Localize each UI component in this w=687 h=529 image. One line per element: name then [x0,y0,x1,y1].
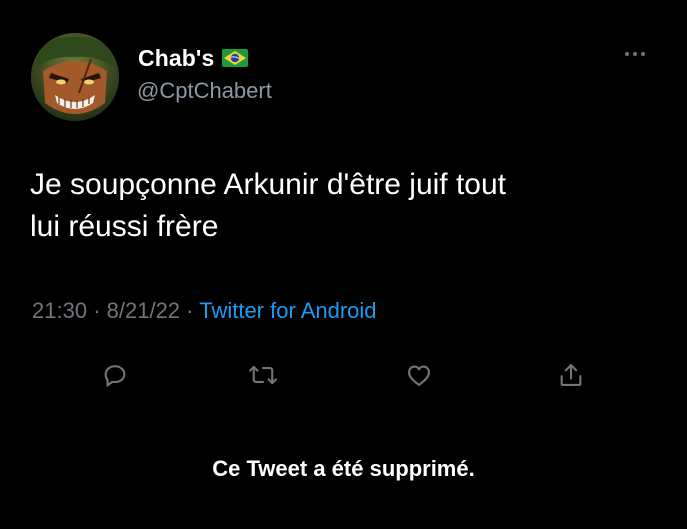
tweet-date[interactable]: 8/21/22 [107,298,180,323]
tweet-actions [0,350,687,400]
avatar[interactable] [31,33,119,121]
tweet-time[interactable]: 21:30 [32,298,87,323]
meta-separator: · [93,298,101,323]
handle[interactable]: @CptChabert [137,78,272,104]
brazil-flag-icon [222,49,249,67]
deleted-notice: Ce Tweet a été supprimé. [212,456,475,481]
share-icon[interactable] [551,350,591,400]
avatar-image [31,33,119,121]
tweet-text-line: Je soupçonne Arkunir d'être juif tout [30,168,507,201]
reply-icon[interactable] [95,350,135,400]
display-name[interactable]: Chab's [138,45,214,72]
heart-icon[interactable] [399,350,439,400]
meta-separator: · [186,298,194,323]
tweet-meta: 21:30 · 8/21/22 · Twitter for Android [32,298,377,324]
retweet-icon[interactable] [243,350,283,400]
tweet-text-line: lui réussi frère [30,210,219,243]
tweet-source[interactable]: Twitter for Android [199,298,376,323]
display-name-row[interactable]: Chab's [138,44,249,72]
tweet-card: Chab's @CptChabert Je soupçonne Arkunir … [0,0,687,529]
tweet-text: Je soupçonne Arkunir d'être juif tout lu… [30,164,650,248]
more-options-icon[interactable] [625,52,645,56]
